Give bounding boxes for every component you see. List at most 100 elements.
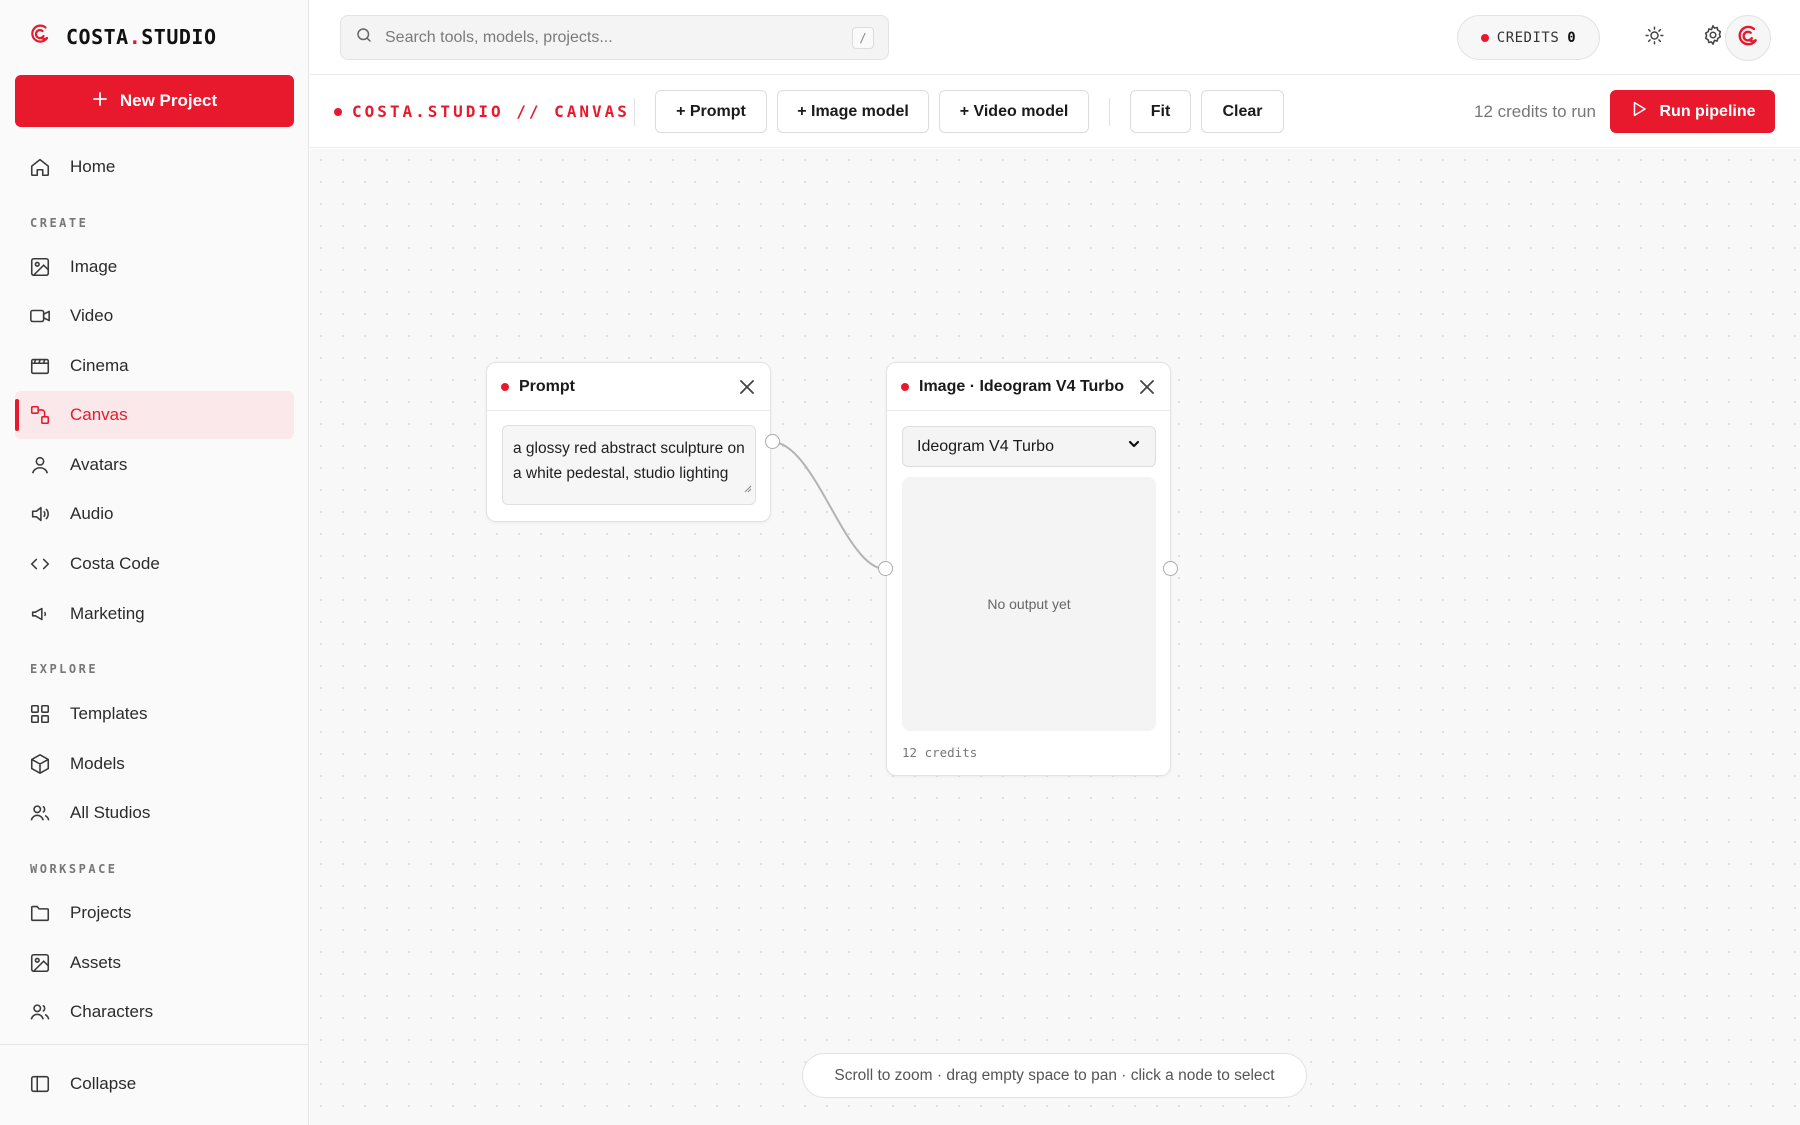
sun-icon <box>1644 25 1665 51</box>
image-model-node[interactable]: Image · Ideogram V4 Turbo Ideogram V4 Tu… <box>886 362 1171 776</box>
sidebar-item-video[interactable]: Video <box>15 292 294 340</box>
new-project-button[interactable]: New Project <box>15 75 294 127</box>
sidebar-item-cinema[interactable]: Cinema <box>15 342 294 390</box>
prompt-node[interactable]: Prompt a glossy red abstract sculpture o… <box>486 362 771 522</box>
collapse-sidebar-button[interactable]: Collapse <box>15 1060 294 1108</box>
resize-grip-icon[interactable] <box>742 476 752 501</box>
sidebar: COSTA.STUDIO New Project Home CREATE Ima… <box>0 0 309 1125</box>
user-icon <box>29 454 51 476</box>
grid-icon <box>29 703 51 725</box>
section-label-create: CREATE <box>30 216 89 230</box>
top-bar: / CREDITS 0 <box>310 0 1800 75</box>
sidebar-item-models[interactable]: Models <box>15 740 294 788</box>
status-dot <box>334 107 342 116</box>
users-icon <box>29 802 51 824</box>
sidebar-item-projects[interactable]: Projects <box>15 889 294 937</box>
brand-name: COSTA.STUDIO <box>66 24 217 49</box>
play-icon <box>1630 100 1648 123</box>
sidebar-item-label: Projects <box>70 903 132 922</box>
sidebar-item-all-studios[interactable]: All Studios <box>15 789 294 837</box>
sidebar-item-image[interactable]: Image <box>15 243 294 291</box>
canvas-toolbar: COSTA.STUDIO // CANVAS + Prompt + Image … <box>310 76 1800 148</box>
status-dot <box>501 382 509 391</box>
sidebar-item-label: Cinema <box>70 356 129 375</box>
search-input[interactable] <box>385 28 840 47</box>
cube-icon <box>29 753 51 775</box>
sidebar-item-label: Image <box>70 257 118 276</box>
run-pipeline-button[interactable]: Run pipeline <box>1610 90 1775 133</box>
status-dot <box>901 382 909 391</box>
node-canvas[interactable]: Prompt a glossy red abstract sculpture o… <box>310 149 1800 1125</box>
canvas-title: COSTA.STUDIO // CANVAS <box>334 102 630 121</box>
credits-label: CREDITS <box>1496 29 1560 46</box>
sidebar-item-label: Canvas <box>70 405 128 424</box>
sidebar-item-marketing[interactable]: Marketing <box>15 590 294 638</box>
clapperboard-icon <box>29 355 51 377</box>
users-icon <box>29 1001 51 1023</box>
connection-wire[interactable] <box>771 441 886 570</box>
output-preview: No output yet <box>902 477 1156 731</box>
fit-button[interactable]: Fit <box>1130 90 1191 133</box>
sidebar-item-label: Characters <box>70 1002 154 1021</box>
sidebar-divider <box>0 1044 309 1045</box>
image-icon <box>29 952 51 974</box>
sidebar-item-label: Audio <box>70 504 114 523</box>
sidebar-item-audio[interactable]: Audio <box>15 490 294 538</box>
sidebar-item-assets[interactable]: Assets <box>15 939 294 987</box>
avatar[interactable] <box>1725 15 1771 61</box>
sidebar-item-home[interactable]: Home <box>15 143 294 191</box>
collapse-label: Collapse <box>70 1074 137 1093</box>
theme-toggle-button[interactable] <box>1632 15 1677 60</box>
sidebar-item-label: Models <box>70 754 125 773</box>
logo-icon <box>28 22 52 51</box>
node-title: Image · Ideogram V4 Turbo <box>919 377 1125 395</box>
section-label-workspace: WORKSPACE <box>30 862 118 876</box>
sidebar-item-avatars[interactable]: Avatars <box>15 441 294 489</box>
code-icon <box>29 553 51 575</box>
model-select[interactable]: Ideogram V4 Turbo <box>902 426 1156 467</box>
toolbar-divider <box>1109 98 1110 126</box>
clear-button[interactable]: Clear <box>1201 90 1284 133</box>
sidebar-item-label: Avatars <box>70 455 128 474</box>
add-video-model-button[interactable]: + Video model <box>939 90 1089 133</box>
credits-badge[interactable]: CREDITS 0 <box>1457 15 1600 60</box>
output-port[interactable] <box>1163 561 1178 576</box>
canvas-hint: Scroll to zoom · drag empty space to pan… <box>802 1053 1307 1098</box>
chevron-down-icon <box>1127 437 1141 456</box>
brand[interactable]: COSTA.STUDIO <box>28 22 217 51</box>
sidebar-toggle-icon <box>29 1073 51 1095</box>
image-icon <box>29 256 51 278</box>
sidebar-item-label: Marketing <box>70 604 145 623</box>
search-shortcut-key: / <box>852 26 874 49</box>
sidebar-item-templates[interactable]: Templates <box>15 690 294 738</box>
node-header[interactable]: Image · Ideogram V4 Turbo <box>887 363 1170 411</box>
canvas-icon <box>29 404 51 426</box>
section-label-explore: EXPLORE <box>30 662 99 676</box>
add-image-model-button[interactable]: + Image model <box>777 90 929 133</box>
logo-icon <box>1735 23 1761 54</box>
output-port[interactable] <box>765 434 780 449</box>
speaker-icon <box>29 503 51 525</box>
sidebar-item-characters[interactable]: Characters <box>15 988 294 1036</box>
gear-icon <box>1702 24 1724 51</box>
prompt-textarea[interactable]: a glossy red abstract sculpture on a whi… <box>502 425 756 505</box>
search-bar[interactable]: / <box>340 15 889 60</box>
video-icon <box>29 305 51 327</box>
folder-icon <box>29 902 51 924</box>
status-dot <box>1480 33 1489 42</box>
canvas-title-text: COSTA.STUDIO // CANVAS <box>352 102 630 121</box>
sidebar-item-costa-code[interactable]: Costa Code <box>15 540 294 588</box>
sidebar-item-canvas[interactable]: Canvas <box>15 391 294 439</box>
node-title: Prompt <box>519 377 575 395</box>
close-icon[interactable] <box>1138 378 1156 396</box>
add-prompt-button[interactable]: + Prompt <box>655 90 767 133</box>
search-icon <box>355 26 373 49</box>
node-header[interactable]: Prompt <box>487 363 770 411</box>
run-pipeline-label: Run pipeline <box>1659 102 1756 120</box>
credits-value: 0 <box>1567 29 1577 46</box>
home-icon <box>29 156 51 178</box>
sidebar-item-label: Costa Code <box>70 554 160 573</box>
input-port[interactable] <box>878 561 893 576</box>
sidebar-item-label: Templates <box>70 704 148 723</box>
close-icon[interactable] <box>738 378 756 396</box>
